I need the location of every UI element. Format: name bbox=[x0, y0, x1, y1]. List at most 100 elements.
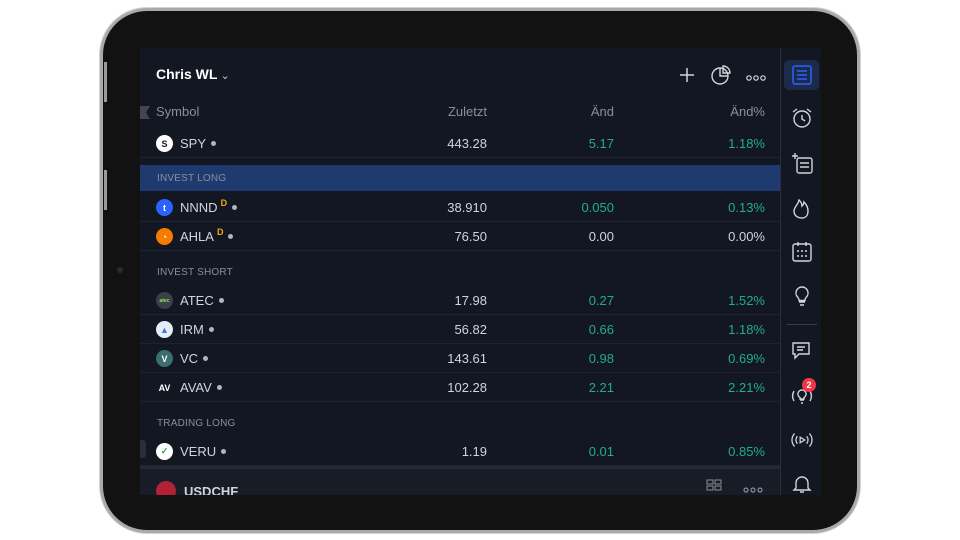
change-percent: 2.21% bbox=[728, 380, 765, 395]
chat-icon[interactable] bbox=[790, 339, 814, 363]
panel-resize-handle[interactable] bbox=[140, 440, 146, 458]
symbol-logo-icon: S bbox=[156, 135, 173, 152]
section-label: INVEST LONG bbox=[157, 173, 227, 184]
last-price: 76.50 bbox=[454, 229, 487, 244]
section-label: TRADING LONG bbox=[157, 418, 236, 429]
more-options-icon[interactable] bbox=[746, 69, 766, 87]
symbol-logo-icon: ✓ bbox=[156, 443, 173, 460]
delayed-badge: D bbox=[216, 226, 224, 237]
symbol-logo-icon: ◔ bbox=[156, 228, 173, 245]
change-percent: 1.52% bbox=[728, 293, 765, 308]
watchlist-panel: Chris WL ⌄ Symbol Zuletzt Änd Änd% S SPY 44… bbox=[140, 48, 780, 495]
change-percent: 0.85% bbox=[728, 444, 765, 459]
table-row[interactable]: ✓ VERU 1.19 0.01 0.85% bbox=[140, 437, 780, 466]
change-percent: 1.18% bbox=[728, 322, 765, 337]
symbol-name: VC bbox=[180, 351, 199, 366]
symbol-name: IRM bbox=[180, 322, 204, 337]
table-row[interactable]: ◔ AHLA D 76.50 0.00 0.00% bbox=[140, 222, 780, 251]
symbol-name: AHLA bbox=[180, 229, 214, 244]
right-toolbar: 2 bbox=[780, 48, 821, 495]
tablet-side-button bbox=[104, 62, 107, 102]
change-value: 0.01 bbox=[588, 444, 614, 459]
watchlist-icon[interactable] bbox=[790, 63, 814, 87]
table-row[interactable]: ▲ IRM 56.82 0.66 1.18% bbox=[140, 315, 780, 344]
symbol-cell: ▲ IRM bbox=[156, 321, 214, 338]
last-price: 38.910 bbox=[447, 200, 487, 215]
app-screen: Chris WL ⌄ Symbol Zuletzt Änd Änd% S SPY 44… bbox=[140, 48, 821, 495]
hotlist-flame-icon[interactable] bbox=[790, 196, 814, 220]
market-status-dot bbox=[221, 449, 227, 454]
tablet-camera bbox=[117, 267, 123, 273]
section-header-invest-long[interactable]: INVEST LONG bbox=[140, 165, 780, 191]
table-row[interactable]: t NNND D 38.910 0.050 0.13% bbox=[140, 193, 780, 222]
toolbar-divider bbox=[787, 324, 817, 325]
column-header-row: Symbol Zuletzt Änd Änd% bbox=[140, 104, 780, 124]
bell-icon[interactable] bbox=[790, 472, 814, 495]
change-value: 2.21 bbox=[588, 380, 614, 395]
section-header-invest-short[interactable]: INVEST SHORT bbox=[140, 259, 780, 285]
market-status-dot bbox=[211, 141, 217, 146]
market-status-dot bbox=[228, 234, 234, 239]
symbol-name: VERU bbox=[180, 444, 217, 459]
change-value: 5.17 bbox=[588, 136, 614, 151]
header-actions bbox=[678, 64, 766, 91]
symbol-cell: t NNND D bbox=[156, 198, 238, 216]
market-status-dot bbox=[216, 385, 222, 390]
table-row[interactable]: atec ATEC 17.98 0.27 1.52% bbox=[140, 286, 780, 315]
change-percent: 1.18% bbox=[728, 136, 765, 151]
section-label: INVEST SHORT bbox=[157, 267, 233, 278]
symbol-logo-icon: atec bbox=[156, 292, 173, 309]
add-list-icon[interactable] bbox=[790, 151, 814, 175]
table-row[interactable]: S SPY 443.28 5.17 1.18% bbox=[140, 129, 780, 158]
symbol-logo-icon: V bbox=[156, 350, 173, 367]
symbol-cell: ◔ AHLA D bbox=[156, 226, 234, 245]
symbol-cell: V VC bbox=[156, 350, 209, 367]
alarm-clock-icon[interactable] bbox=[790, 106, 814, 130]
calendar-icon[interactable] bbox=[790, 240, 814, 264]
chevron-down-icon: ⌄ bbox=[220, 70, 230, 82]
section-header-trading-long[interactable]: TRADING LONG bbox=[140, 410, 780, 436]
change-value: 0.98 bbox=[588, 351, 614, 366]
column-change-percent[interactable]: Änd% bbox=[730, 104, 765, 119]
column-change[interactable]: Änd bbox=[591, 104, 614, 119]
last-price: 1.19 bbox=[461, 444, 487, 459]
lightbulb-icon[interactable] bbox=[790, 284, 814, 308]
change-value: 0.050 bbox=[581, 200, 614, 215]
column-last[interactable]: Zuletzt bbox=[448, 104, 487, 119]
notification-badge: 2 bbox=[802, 378, 816, 392]
last-price: 443.28 bbox=[447, 136, 487, 151]
market-status-dot bbox=[232, 205, 238, 210]
market-status-dot bbox=[203, 356, 209, 361]
symbol-cell: AV AVAV bbox=[156, 379, 222, 396]
symbol-cell: S SPY bbox=[156, 135, 217, 152]
change-value: 0.66 bbox=[588, 322, 614, 337]
change-value: 0.00 bbox=[588, 229, 614, 244]
last-price: 56.82 bbox=[454, 322, 487, 337]
more-options-icon[interactable] bbox=[743, 483, 763, 495]
pie-chart-icon[interactable] bbox=[710, 64, 732, 91]
live-stream-icon[interactable] bbox=[790, 428, 814, 452]
symbol-name: AVAV bbox=[180, 380, 212, 395]
change-percent: 0.00% bbox=[728, 229, 765, 244]
market-status-dot bbox=[218, 298, 224, 303]
symbol-name: SPY bbox=[180, 136, 207, 151]
flag-us-ch-icon bbox=[156, 481, 176, 495]
grid-view-icon[interactable] bbox=[706, 479, 722, 494]
symbol-name: NNND bbox=[180, 200, 218, 215]
watchlist-name: Chris WL bbox=[156, 66, 218, 82]
change-value: 0.27 bbox=[588, 293, 614, 308]
market-status-dot bbox=[208, 327, 214, 332]
table-row[interactable]: AV AVAV 102.28 2.21 2.21% bbox=[140, 373, 780, 402]
watchlist-title[interactable]: Chris WL ⌄ bbox=[156, 66, 230, 82]
symbol-cell: ✓ VERU bbox=[156, 443, 227, 460]
symbol-name: ATEC bbox=[180, 293, 214, 308]
symbol-cell: atec ATEC bbox=[156, 292, 224, 309]
add-symbol-icon[interactable] bbox=[678, 66, 696, 89]
symbol-logo-icon: t bbox=[156, 199, 173, 216]
details-symbol: USDCHF bbox=[156, 481, 238, 495]
symbol-logo-icon: AV bbox=[156, 379, 173, 396]
table-row[interactable]: V VC 143.61 0.98 0.69% bbox=[140, 344, 780, 373]
change-percent: 0.13% bbox=[728, 200, 765, 215]
column-symbol[interactable]: Symbol bbox=[156, 104, 199, 119]
symbol-details-bar[interactable]: USDCHF bbox=[140, 466, 780, 495]
